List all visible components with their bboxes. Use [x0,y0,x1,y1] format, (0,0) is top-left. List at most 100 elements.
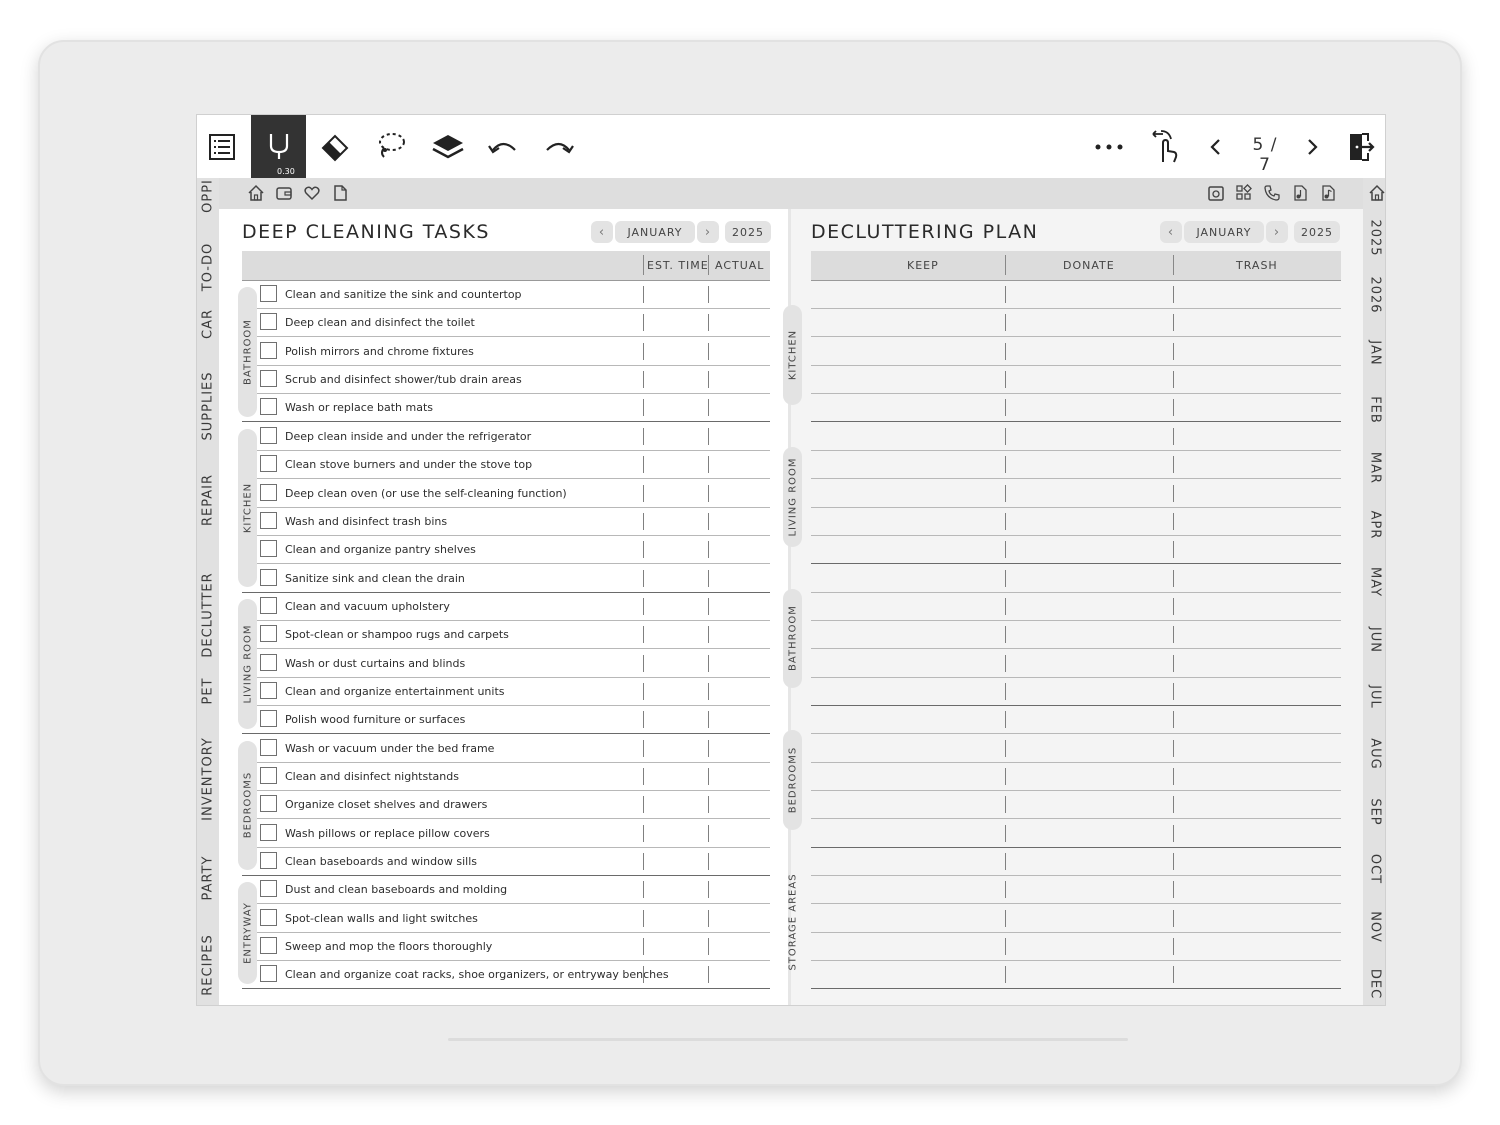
year-selector[interactable]: 2025 [1294,221,1340,243]
task-checkbox[interactable] [260,398,277,416]
task-label: Sweep and mop the floors thoroughly [285,940,493,954]
eraser-icon[interactable] [315,115,355,178]
tab-repair[interactable]: REPAIR [201,474,216,526]
pen-icon[interactable]: 0.30 [251,115,306,178]
cell-separator [708,881,709,899]
cell-separator [1005,824,1006,842]
task-checkbox[interactable] [260,681,277,699]
task-checkbox[interactable] [260,596,277,614]
task-checkbox[interactable] [260,511,277,529]
task-checkbox[interactable] [260,823,277,841]
month-selector[interactable]: JANUARY [1184,221,1264,243]
cell-separator [1173,399,1174,417]
task-checkbox[interactable] [260,313,277,331]
redo-icon[interactable] [541,115,577,178]
table-row [811,961,1341,990]
prev-month-button[interactable]: ‹ [1160,221,1182,243]
touch-icon[interactable] [1147,115,1183,178]
more-icon[interactable] [1091,115,1127,178]
tab-jan[interactable]: JAN [1368,340,1383,365]
music-2-icon[interactable] [1319,184,1337,202]
tab-aug[interactable]: AUG [1368,738,1383,769]
task-checkbox[interactable] [260,455,277,473]
music-1-icon[interactable] [1291,184,1309,202]
tab-sep[interactable]: SEP [1368,798,1383,825]
tab-feb[interactable]: FEB [1368,396,1383,424]
next-page-icon[interactable] [1301,115,1325,178]
phone-icon[interactable] [1263,184,1281,202]
tab-may[interactable]: MAY [1368,567,1383,597]
task-checkbox[interactable] [260,653,277,671]
layers-icon[interactable] [427,115,469,178]
tab-2026[interactable]: 2026 [1368,276,1383,313]
home-right-icon[interactable] [1368,184,1386,202]
group-label-pill: STORAGE AREAS [783,872,802,972]
task-checkbox[interactable] [260,540,277,558]
tab-pet[interactable]: PET [201,678,216,705]
task-checkbox[interactable] [260,795,277,813]
tab-2025[interactable]: 2025 [1368,219,1383,256]
tab-apr[interactable]: APR [1368,511,1383,540]
task-checkbox[interactable] [260,625,277,643]
next-month-button[interactable]: › [697,221,719,243]
task-label: Polish wood furniture or surfaces [285,713,466,727]
undo-icon[interactable] [485,115,521,178]
heart-icon[interactable] [303,184,321,202]
task-checkbox[interactable] [260,568,277,586]
tab-party[interactable]: PARTY [201,856,216,901]
task-checkbox[interactable] [260,937,277,955]
prev-month-button[interactable]: ‹ [591,221,613,243]
tab-shopping[interactable]: OPPI [201,179,216,213]
cell-separator [708,796,709,814]
cell-separator [1005,597,1006,615]
camera-icon[interactable] [1207,184,1225,202]
header-separator [1173,255,1174,275]
tab-declutter[interactable]: DECLUTTER [201,572,216,657]
cell-separator [1005,371,1006,389]
lasso-icon[interactable] [371,115,411,178]
next-month-button[interactable]: › [1266,221,1288,243]
task-checkbox[interactable] [260,965,277,983]
cell-separator [643,371,644,389]
cell-separator [1173,966,1174,984]
task-checkbox[interactable] [260,852,277,869]
tab-dec[interactable]: DEC [1368,969,1383,999]
task-checkbox[interactable] [260,880,277,898]
cell-separator [643,909,644,927]
task-label: Clean and organize coat racks, shoe orga… [285,968,669,982]
tab-recipes[interactable]: RECIPES [201,934,216,995]
tab-inventory[interactable]: INVENTORY [201,737,216,821]
prev-page-icon[interactable] [1203,115,1227,178]
task-checkbox[interactable] [260,426,277,444]
month-selector[interactable]: JANUARY [615,221,695,243]
task-checkbox[interactable] [260,341,277,359]
tab-jun[interactable]: JUN [1368,627,1383,653]
task-checkbox[interactable] [260,483,277,501]
tab-supplies[interactable]: SUPPLIES [201,372,216,441]
tab-nov[interactable]: NOV [1368,911,1383,943]
grid-icon[interactable] [1235,184,1253,202]
wallet-icon[interactable] [275,184,293,202]
task-checkbox[interactable] [260,370,277,388]
table-row: Deep clean and disinfect the toilet [242,309,770,338]
menu-icon[interactable] [203,115,241,178]
exit-icon[interactable] [1345,115,1377,178]
task-checkbox[interactable] [260,908,277,926]
task-checkbox[interactable] [260,767,277,784]
group-label-pill: BEDROOMS [783,730,802,831]
table-row: Wash or vacuum under the bed frame [242,735,770,763]
tab-jul[interactable]: JUL [1368,685,1383,709]
task-checkbox[interactable] [260,285,277,302]
task-checkbox[interactable] [260,710,277,728]
tab-todo[interactable]: TO-DO [201,243,216,291]
task-checkbox[interactable] [260,738,277,756]
table-row: Clean baseboards and window sills [242,848,770,876]
tab-car[interactable]: CAR [201,309,216,339]
table-row [811,593,1341,621]
year-selector[interactable]: 2025 [725,221,771,243]
tab-mar[interactable]: MAR [1368,452,1383,484]
tab-oct[interactable]: OCT [1368,854,1383,884]
home-icon[interactable] [247,184,265,202]
cell-separator [643,739,644,757]
note-icon[interactable] [331,184,349,202]
